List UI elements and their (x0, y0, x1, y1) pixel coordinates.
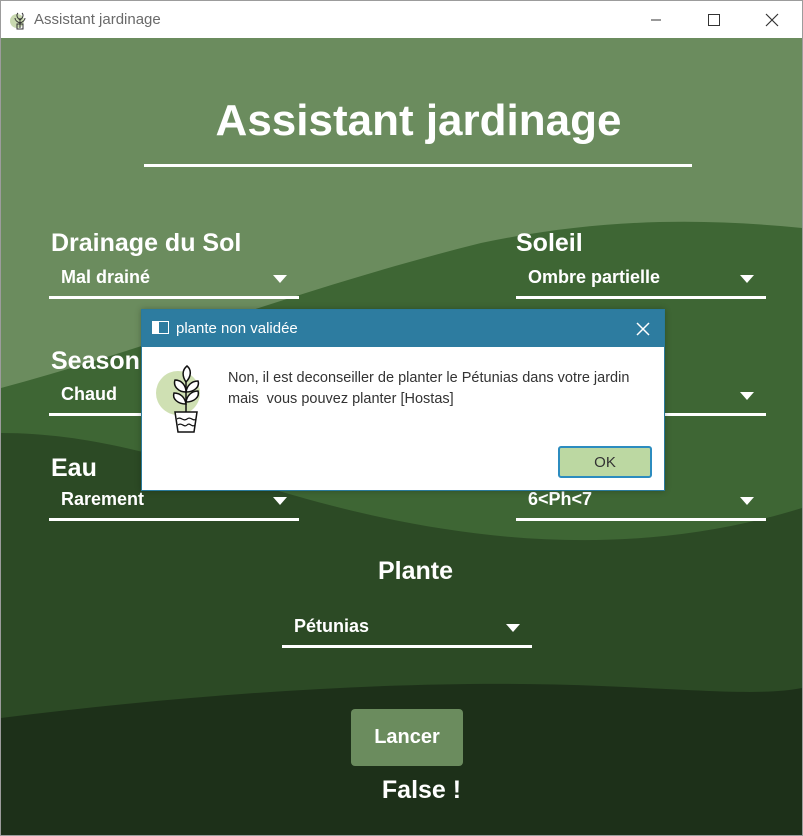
chevron-down-icon (740, 392, 754, 400)
plante-combobox[interactable]: Pétunias (282, 610, 532, 648)
dialog-close-icon[interactable] (632, 318, 654, 340)
eau-value: Rarement (61, 489, 145, 509)
chevron-down-icon (506, 624, 520, 632)
title-underline (144, 164, 692, 167)
ph-value: 6<Ph<7 (528, 489, 593, 509)
eau-label: Eau (51, 454, 97, 482)
title-bar[interactable]: Assistant jardinage (1, 1, 802, 38)
dialog-title-bar[interactable]: plante non validée (142, 310, 664, 347)
minimize-icon (651, 19, 661, 20)
plante-label: Plante (377, 557, 454, 585)
plante-value: Pétunias (294, 616, 370, 636)
dialog-message: Non, il est deconseiller de planter le P… (228, 370, 630, 407)
plant-app-icon (10, 12, 26, 30)
page-title: Assistant jardinage (215, 96, 622, 145)
dialog-title: plante non validée (176, 320, 298, 337)
window-icon (152, 321, 169, 334)
chevron-down-icon (740, 275, 754, 283)
lancer-button[interactable]: Lancer (351, 709, 463, 766)
validation-dialog: plante non validée Non, il est deconseil… (141, 309, 665, 491)
ok-button[interactable]: OK (558, 446, 652, 478)
chevron-down-icon (740, 497, 754, 505)
drainage-combobox[interactable]: Mal drainé (49, 261, 299, 299)
drainage-label: Drainage du Sol (51, 229, 242, 257)
season-value: Chaud (61, 384, 117, 404)
close-button[interactable] (743, 1, 801, 38)
maximize-button[interactable] (685, 1, 743, 38)
soleil-combobox[interactable]: Ombre partielle (516, 261, 766, 299)
drainage-value: Mal drainé (61, 267, 151, 287)
season-label: Season (51, 347, 140, 375)
soleil-value: Ombre partielle (528, 267, 661, 287)
close-icon (765, 13, 779, 26)
maximize-icon (708, 13, 720, 26)
chevron-down-icon (273, 275, 287, 283)
result-text: False ! (381, 776, 462, 804)
plant-pot-icon (156, 365, 200, 433)
minimize-button[interactable] (627, 1, 685, 38)
app-window: Assistant jardinage Assistant jardinage … (0, 0, 803, 836)
window-title: Assistant jardinage (34, 11, 161, 28)
chevron-down-icon (273, 497, 287, 505)
soleil-label: Soleil (516, 229, 583, 257)
